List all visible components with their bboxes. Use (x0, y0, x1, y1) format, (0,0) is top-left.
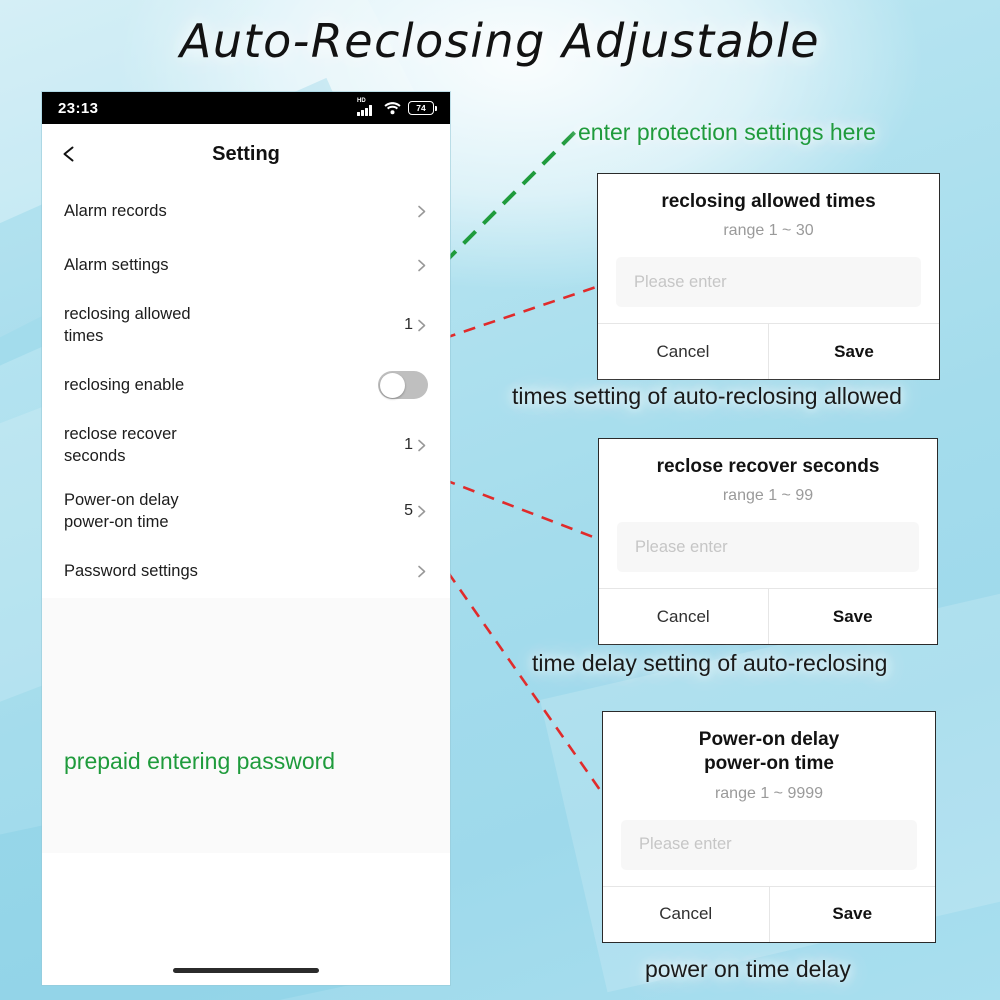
dialog-range-hint: range 1 ~ 9999 (714, 784, 824, 802)
dialog-title: reclose recover seconds (656, 456, 880, 477)
list-item-accessory: 1 (404, 316, 428, 334)
chevron-right-icon (418, 259, 426, 271)
list-item-label: reclosing enable (64, 375, 185, 394)
dialog-title: reclosing allowed times (661, 191, 876, 212)
phone-mockup: 23:13 HD 74 Setting Alarm records Alarm … (42, 92, 450, 985)
dialog-body: reclose recover seconds range 1 ~ 99 Ple… (599, 439, 937, 573)
cancel-button[interactable]: Cancel (598, 324, 768, 379)
list-item-label: Alarm records (64, 201, 167, 220)
value-input[interactable]: Please enter (616, 257, 921, 308)
home-indicator (173, 968, 319, 973)
value-input[interactable]: Please enter (617, 522, 919, 573)
page-heading: Setting (212, 142, 280, 165)
annotation-prepaid-entering-password: prepaid entering password (64, 748, 336, 774)
settings-list: Alarm records Alarm settings reclosing a… (42, 184, 450, 598)
list-item-accessory (378, 371, 428, 399)
list-item-accessory: 1 (404, 436, 428, 454)
status-icons: HD 74 (357, 98, 437, 116)
dialog-body: reclosing allowed times range 1 ~ 30 Ple… (598, 174, 939, 308)
list-item-alarm-settings[interactable]: Alarm settings (42, 238, 450, 292)
list-item-password-settings[interactable]: Password settings (42, 544, 450, 598)
list-item-accessory: 5 (404, 502, 428, 520)
battery-level: 74 (416, 102, 426, 113)
chevron-right-icon (418, 565, 426, 577)
chevron-left-icon[interactable] (60, 145, 78, 163)
battery-icon: 74 (408, 101, 437, 115)
list-item-reclose-recover-seconds[interactable]: reclose recover seconds 1 (42, 412, 450, 478)
dialog-caption-1: times setting of auto-reclosing allowed (512, 383, 902, 409)
chevron-right-icon (418, 505, 426, 517)
annotation-enter-protection-settings: enter protection settings here (578, 119, 876, 145)
dialog-caption-3: power on time delay (645, 956, 851, 982)
list-item-label: Power-on delay power-on time (64, 490, 179, 531)
list-item-label: reclosing allowed times (64, 304, 191, 345)
dialog-actions: Cancel Save (598, 323, 939, 380)
poster-canvas: Auto-Reclosing Adjustable 23:13 HD 74 Se… (0, 0, 1000, 1000)
list-item-power-on-delay[interactable]: Power-on delay power-on time 5 (42, 478, 450, 544)
list-item-accessory (415, 259, 428, 272)
nav-bar: Setting (42, 124, 450, 184)
list-item-label: reclose recover seconds (64, 424, 177, 465)
wifi-icon (384, 102, 401, 115)
list-item-value: 1 (404, 436, 413, 453)
list-item-value: 1 (404, 316, 413, 333)
reclosing-enable-toggle[interactable] (378, 371, 428, 399)
status-bar: 23:13 HD 74 (42, 92, 450, 124)
network-type-label: HD (357, 98, 366, 104)
dialog-range-hint: range 1 ~ 99 (722, 487, 814, 505)
dialog-power-on-delay: Power-on delay power-on time range 1 ~ 9… (602, 711, 936, 943)
chevron-right-icon (418, 319, 426, 331)
dialog-actions: Cancel Save (603, 885, 936, 942)
page-title: Auto-Reclosing Adjustable (179, 14, 821, 68)
list-item-value: 5 (404, 502, 413, 519)
dialog-title: Power-on delay power-on time (698, 729, 840, 775)
dialog-reclose-recover-seconds: reclose recover seconds range 1 ~ 99 Ple… (598, 438, 938, 646)
status-clock: 23:13 (58, 99, 99, 117)
list-item-accessory (415, 205, 428, 218)
list-item-alarm-records[interactable]: Alarm records (42, 184, 450, 238)
dialog-body: Power-on delay power-on time range 1 ~ 9… (603, 712, 935, 870)
chevron-right-icon (418, 205, 426, 217)
save-button[interactable]: Save (770, 887, 936, 942)
cancel-button[interactable]: Cancel (603, 887, 769, 942)
value-input[interactable]: Please enter (621, 819, 917, 870)
dialog-range-hint: range 1 ~ 30 (723, 222, 814, 240)
list-empty-area (42, 598, 450, 853)
dialog-caption-2: time delay setting of auto-reclosing (532, 650, 888, 676)
list-item-label: Alarm settings (64, 255, 169, 274)
cancel-button[interactable]: Cancel (599, 589, 768, 644)
signal-icon: HD (357, 98, 377, 116)
save-button[interactable]: Save (769, 589, 938, 644)
chevron-right-icon (418, 439, 426, 451)
list-item-reclosing-allowed-times[interactable]: reclosing allowed times 1 (42, 292, 450, 358)
toggle-knob (379, 372, 405, 398)
list-item-label: Password settings (64, 561, 198, 580)
dialog-reclosing-allowed-times: reclosing allowed times range 1 ~ 30 Ple… (597, 173, 940, 381)
list-item-reclosing-enable[interactable]: reclosing enable (42, 358, 450, 412)
save-button[interactable]: Save (769, 324, 939, 379)
dialog-actions: Cancel Save (599, 588, 938, 645)
list-item-accessory (415, 565, 428, 578)
